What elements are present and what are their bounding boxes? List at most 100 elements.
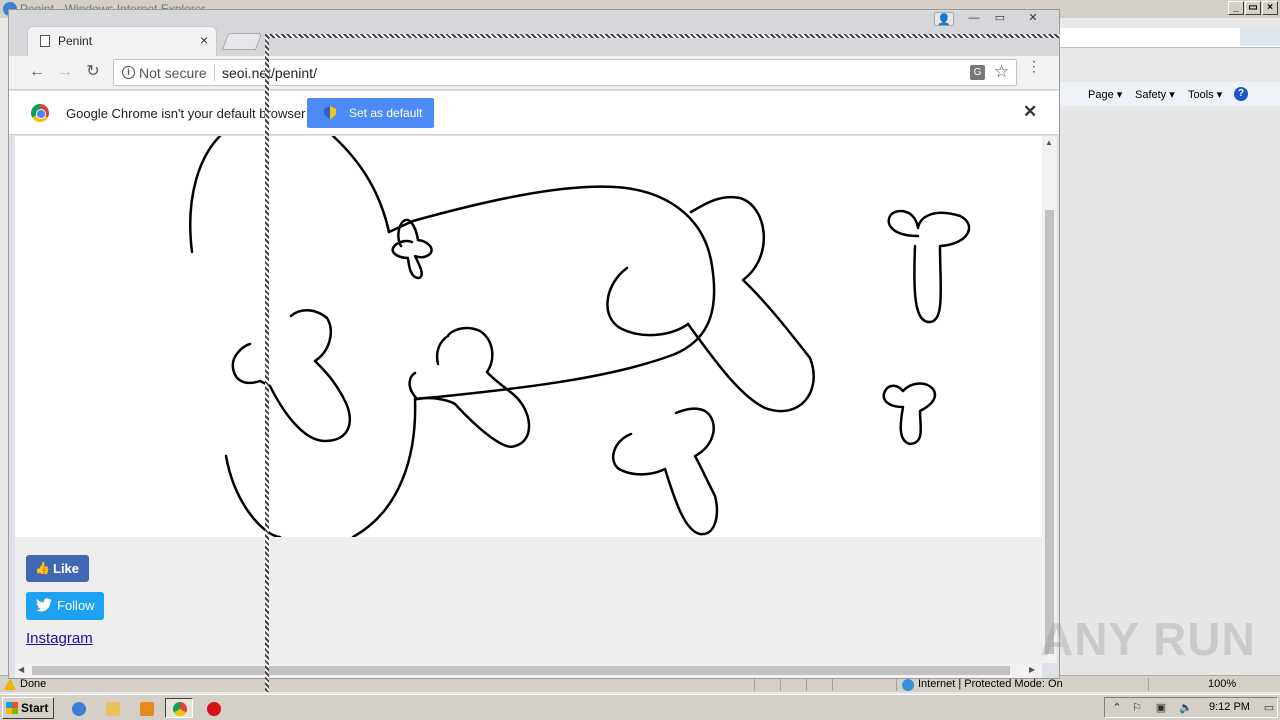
menu-icon[interactable]: ⋮ (1027, 59, 1041, 73)
twitter-bird-icon (36, 598, 52, 612)
translate-icon[interactable]: G (970, 65, 985, 80)
vertical-scroll-thumb[interactable] (1045, 210, 1054, 654)
set-as-default-label: Set as default (349, 106, 423, 120)
doodle-stroke (224, 454, 282, 539)
vertical-scrollbar[interactable]: ▲ (1042, 136, 1057, 663)
doodle-stroke (258, 309, 352, 443)
url-text[interactable]: seoi.net/penint/ (222, 65, 317, 81)
tab-close-icon[interactable]: × (200, 32, 208, 48)
default-browser-infobar: Google Chrome isn't your default browser… (9, 91, 1059, 135)
show-desktop-icon[interactable]: ▭ (1263, 701, 1275, 714)
ie-content-area (1058, 110, 1280, 675)
doodle-stroke (387, 185, 716, 401)
drawing-canvas[interactable] (15, 136, 1042, 539)
omnibox-divider (214, 65, 215, 81)
doodle-stroke (331, 136, 391, 234)
taskbar-chrome[interactable] (165, 698, 193, 718)
doodle-stroke (686, 195, 815, 413)
infobar-close-icon[interactable]: ✕ (1023, 102, 1037, 122)
doodle-stroke (189, 136, 222, 254)
status-separator (780, 678, 781, 691)
forward-icon[interactable]: → (54, 63, 76, 83)
system-tray: ⌃ ⚐ ▣ 🔈 9:12 PM ▭ (1104, 697, 1278, 718)
doodle-stroke (606, 266, 690, 337)
chrome-logo-icon (31, 104, 49, 122)
scroll-left-icon[interactable]: ◀ (18, 665, 24, 674)
flag-icon[interactable]: ⚐ (1131, 701, 1143, 714)
doodle-stroke (351, 397, 417, 539)
warning-icon (4, 678, 16, 690)
status-separator (896, 678, 897, 691)
status-separator (806, 678, 807, 691)
info-icon[interactable]: i (122, 66, 135, 79)
new-tab-button[interactable] (221, 33, 263, 50)
windows-logo-icon (6, 702, 18, 714)
media-player-icon (140, 702, 154, 716)
clock: 9:12 PM (1209, 701, 1250, 713)
shield-icon (324, 106, 336, 120)
like-label: Like (53, 561, 80, 576)
taskbar-media-player[interactable] (132, 698, 160, 718)
start-button[interactable]: Start (2, 697, 54, 719)
ie-minimize-button[interactable]: _ (1228, 1, 1244, 15)
thumbs-up-icon: 👍 (35, 561, 50, 575)
tab-penint[interactable]: Penint × (27, 26, 217, 56)
status-separator (832, 678, 833, 691)
close-button[interactable]: ✕ (1020, 12, 1046, 26)
ie-search-button[interactable] (1240, 28, 1280, 46)
bookmark-star-icon[interactable]: ☆ (994, 62, 1009, 82)
browser-toolbar: ← → ↻ i Not secure seoi.net/penint/ G ☆ … (9, 56, 1059, 90)
page-viewport: 👍 Like Follow Instagram (15, 136, 1042, 663)
doodle-stroke (408, 371, 419, 401)
taskbar: Start ⌃ ⚐ ▣ 🔈 9:12 PM ▭ (0, 694, 1280, 720)
doodle-drawing (189, 136, 971, 539)
network-icon[interactable]: ▣ (1155, 701, 1167, 714)
horizontal-scrollbar[interactable]: ◀ ▶ (15, 663, 1042, 678)
security-indicator[interactable]: Not secure (139, 65, 207, 81)
doodle-stroke (231, 342, 262, 385)
ie-close-button[interactable]: × (1262, 1, 1278, 15)
tab-strip: Penint × 👤 — ▭ ✕ (9, 10, 1059, 56)
facebook-like-button[interactable]: 👍 Like (26, 555, 89, 582)
scroll-up-icon[interactable]: ▲ (1045, 138, 1053, 147)
taskbar-stop[interactable] (199, 698, 227, 718)
doodle-stroke (391, 218, 433, 280)
infobar-message: Google Chrome isn't your default browser (66, 106, 306, 121)
start-label: Start (21, 701, 49, 715)
scroll-right-icon[interactable]: ▶ (1029, 665, 1035, 674)
taskbar-ie[interactable] (64, 698, 92, 718)
taskbar-explorer[interactable] (98, 698, 126, 718)
doodle-stroke (887, 209, 971, 324)
ie-page-menu[interactable]: Page ▾ (1088, 88, 1122, 101)
maximize-button[interactable]: ▭ (987, 12, 1013, 26)
ie-tools-menu[interactable]: Tools ▾ (1188, 88, 1222, 101)
help-icon[interactable]: ? (1234, 87, 1248, 101)
folder-icon (106, 702, 120, 716)
ie-maximize-button[interactable]: ▭ (1245, 1, 1261, 15)
twitter-follow-button[interactable]: Follow (26, 592, 104, 620)
reload-icon[interactable]: ↻ (82, 63, 104, 83)
follow-label: Follow (57, 598, 95, 613)
chrome-window: Penint × 👤 — ▭ ✕ ← → ↻ i Not secure seoi… (8, 9, 1060, 679)
doodle-stroke (611, 407, 719, 536)
ie-status-text: Done (20, 678, 47, 690)
status-separator (1148, 678, 1149, 691)
minimize-button[interactable]: — (961, 12, 987, 26)
ie-safety-menu[interactable]: Safety ▾ (1135, 88, 1175, 101)
tab-title: Penint (58, 34, 93, 48)
ie-zone-text: Internet | Protected Mode: On (918, 678, 1063, 690)
address-bar[interactable]: i Not secure seoi.net/penint/ G ☆ (113, 59, 1017, 86)
set-as-default-button[interactable]: Set as default (307, 98, 434, 128)
document-icon (40, 35, 50, 47)
status-separator (754, 678, 755, 691)
ie-icon (72, 702, 86, 716)
horizontal-scroll-thumb[interactable] (32, 666, 1010, 675)
ie-zoom-level[interactable]: 100% (1208, 678, 1236, 690)
tray-expand-icon[interactable]: ⌃ (1111, 701, 1123, 714)
profile-icon[interactable]: 👤 (934, 12, 954, 26)
back-icon[interactable]: ← (26, 63, 48, 83)
globe-icon (902, 679, 914, 691)
volume-icon[interactable]: 🔈 (1179, 701, 1193, 714)
doodle-stroke (882, 382, 937, 446)
instagram-link[interactable]: Instagram (26, 630, 93, 647)
